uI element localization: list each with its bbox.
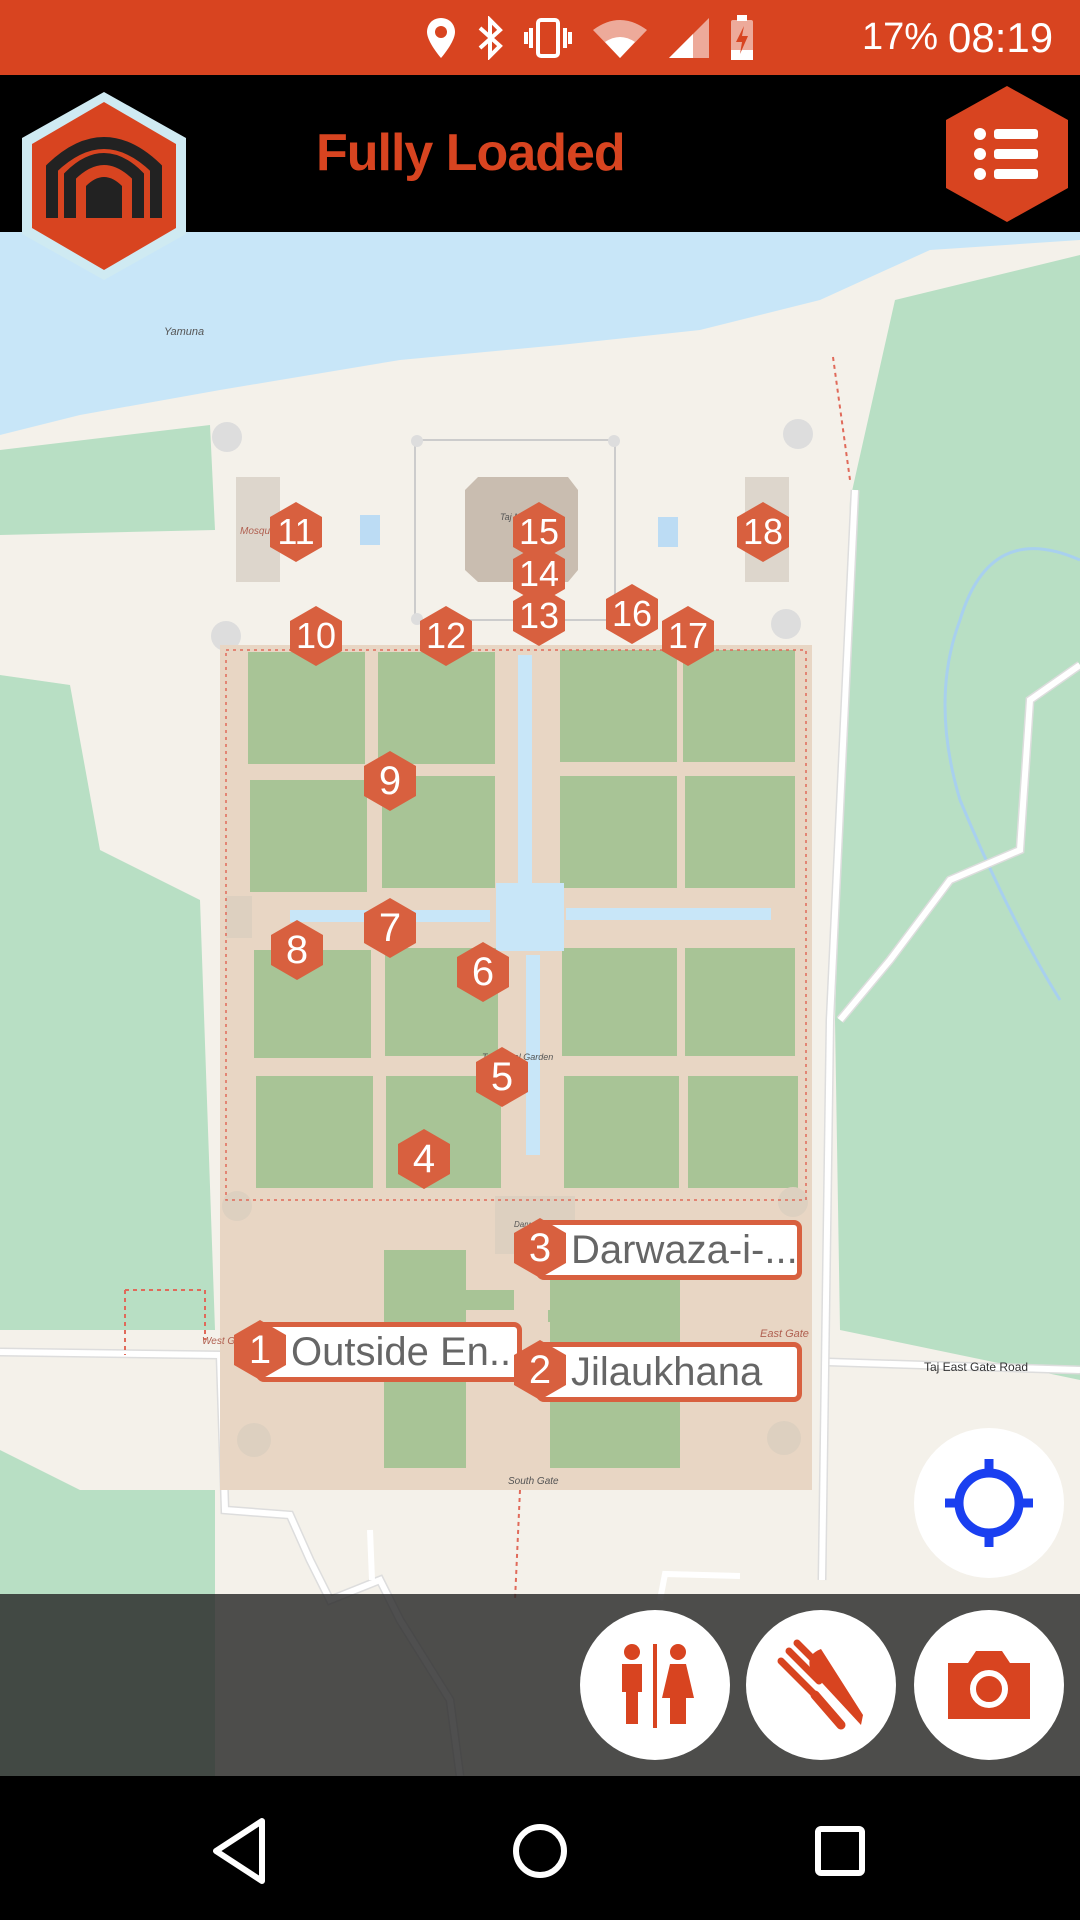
camera-icon [948,1651,1030,1719]
callout-number-badge: 1 [232,1320,288,1380]
locate-button[interactable] [914,1428,1064,1578]
callout-label: Darwaza-i-... [536,1220,802,1280]
poi-marker-17[interactable]: 17 [660,606,716,666]
status-icons [425,12,755,64]
recents-button[interactable] [800,1811,880,1891]
callout-label: Outside En... [256,1322,522,1382]
back-icon [213,1818,265,1884]
menu-button[interactable] [942,84,1072,224]
callout-number-badge: 2 [512,1340,568,1400]
poi-marker-15[interactable]: 15 [511,502,567,562]
wifi-icon [593,20,647,58]
callout-label: Jilaukhana [536,1342,802,1402]
status-bar: 17% 08:19 [0,0,1080,75]
back-button[interactable] [200,1811,280,1891]
poi-callout-3[interactable]: Darwaza-i-... 3 [512,1218,812,1280]
poi-callout-1[interactable]: Outside En... 1 [232,1320,532,1382]
system-nav-bar [0,1776,1080,1920]
map-canvas [0,232,1080,1776]
home-icon [513,1824,567,1878]
clock: 08:19 [948,14,1054,61]
poi-marker-16[interactable]: 16 [604,584,660,644]
battery-charging-icon [731,15,753,60]
road-label: Taj East Gate Road [924,1360,1029,1374]
east-gate-label: East Gate [760,1328,809,1340]
bluetooth-icon [478,16,503,60]
recents-icon [815,1826,865,1876]
south-gate-label: South Gate [508,1476,559,1487]
restaurant-icon [777,1639,863,1730]
poi-marker-6[interactable]: 6 [455,942,511,1002]
gate-logo-icon[interactable] [14,88,194,284]
home-button[interactable] [500,1811,580,1891]
battery-percent: 17% [862,16,939,58]
poi-marker-4[interactable]: 4 [396,1129,452,1189]
poi-marker-7[interactable]: 7 [362,898,418,958]
poi-callout-2[interactable]: Jilaukhana 2 [512,1340,812,1402]
restroom-icon [622,1644,694,1728]
camera-button[interactable] [914,1610,1064,1760]
poi-marker-8[interactable]: 8 [269,920,325,980]
signal-icon [669,18,709,58]
river-label: Yamuna [164,326,205,338]
callout-number-badge: 3 [512,1218,568,1278]
menu-list-icon [946,86,1068,222]
poi-marker-9[interactable]: 9 [362,751,418,811]
poi-marker-12[interactable]: 12 [418,606,474,666]
crosshair-locate-icon [945,1459,1033,1547]
restaurant-button[interactable] [746,1610,896,1760]
restroom-button[interactable] [580,1610,730,1760]
page-title: Fully Loaded [316,124,626,182]
poi-marker-18[interactable]: 18 [735,502,791,562]
poi-marker-11[interactable]: 11 [268,502,324,562]
poi-marker-10[interactable]: 10 [288,606,344,666]
vibrate-icon [524,18,572,58]
map-view[interactable]: Yamuna Mosque Taj Mahal Taj Mahal Garden… [0,232,1080,1776]
poi-marker-5[interactable]: 5 [474,1047,530,1107]
location-icon [427,18,455,58]
